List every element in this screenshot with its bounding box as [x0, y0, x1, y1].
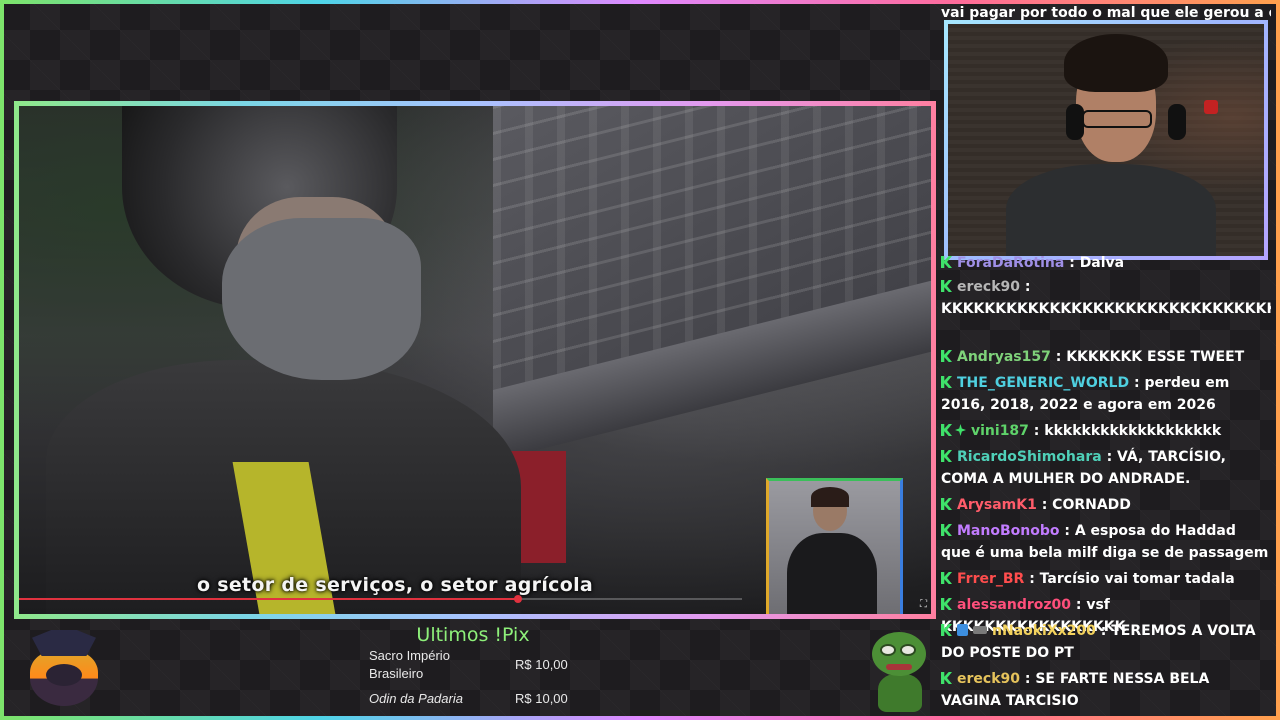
chat-message: ForaDaRotina : Dalva — [941, 252, 1269, 274]
video-progress-fill — [19, 598, 518, 600]
k-badge-icon — [941, 376, 952, 388]
video-player[interactable]: o setor de serviços, o setor agrícola ⛶ — [19, 106, 931, 614]
k-badge-icon — [941, 450, 952, 462]
chat-username[interactable]: Frrer_BR — [957, 571, 1024, 587]
logo-face — [46, 664, 82, 686]
pix-donor-name: Sacro Império Brasileiro — [369, 648, 450, 681]
k-badge-icon — [941, 350, 952, 362]
chat-message: RicardoShimohara : VÁ, TARCÍSIO, COMA A … — [941, 446, 1269, 490]
video-frame: o setor de serviços, o setor agrícola ⛶ — [14, 101, 936, 619]
chat-username[interactable]: RicardoShimohara — [957, 449, 1102, 465]
cube-badge-icon — [957, 624, 968, 636]
video-subtitle: o setor de serviços, o setor agrícola — [196, 574, 594, 596]
pix-title: Ultimos !Pix — [416, 624, 530, 646]
video-progress-bar[interactable] — [19, 595, 742, 603]
chat-username[interactable]: ArysamK1 — [957, 497, 1037, 513]
k-badge-icon — [941, 498, 952, 510]
k-badge-icon — [941, 598, 952, 610]
pepe-eye-right — [900, 644, 916, 656]
pepe-eye-left — [880, 644, 896, 656]
chat-username[interactable]: ForaDaRotina — [957, 255, 1064, 271]
sign-language-interpreter — [766, 478, 903, 614]
chat-username[interactable]: vini187 — [971, 423, 1029, 439]
chat-username[interactable]: nNaokiXx200 — [992, 623, 1096, 639]
sparkle-badge-icon — [955, 424, 966, 436]
chat-message: nNaokiXx200 : TEREMOS A VOLTA DO POSTE D… — [941, 620, 1269, 664]
chat-username[interactable]: ereck90 — [957, 671, 1020, 687]
fullscreen-icon[interactable]: ⛶ — [920, 599, 927, 610]
pepe-mouth — [886, 664, 912, 670]
chat-message: Andryas157 : KKKKKKK ESSE TWEET — [941, 346, 1269, 368]
logo-hat — [32, 630, 96, 656]
video-rider — [46, 106, 521, 614]
k-badge-icon — [941, 424, 952, 436]
k-badge-icon — [941, 256, 952, 268]
sub-badge-icon — [973, 626, 987, 634]
pix-donor-name: Odin da Padaria — [369, 691, 463, 706]
k-badge-icon — [941, 624, 952, 636]
k-badge-icon — [941, 672, 952, 684]
chat-username[interactable]: ereck90 — [957, 279, 1020, 295]
chat-message-text: : CORNADD — [1036, 497, 1131, 513]
pepe-body — [878, 674, 922, 712]
interpreter-hair — [811, 487, 849, 507]
chat-message-text: : Tarcísio vai tomar tadala — [1024, 571, 1235, 587]
chat-panel: vai pagar por todo o mal que ele gerou a… — [941, 0, 1271, 720]
pepe-emote — [868, 632, 930, 712]
chat-username[interactable]: Andryas157 — [957, 349, 1051, 365]
k-badge-icon — [941, 572, 952, 584]
chat-message-text: : Dalva — [1064, 255, 1125, 271]
pix-donation-value: R$ 10,00 — [515, 657, 568, 672]
k-badge-icon — [941, 280, 952, 292]
video-progress-handle[interactable] — [513, 595, 522, 603]
chat-username[interactable]: ManoBonobo — [957, 523, 1059, 539]
pix-donation-value: R$ 10,00 — [515, 691, 568, 706]
chat-message-partial: vai pagar por todo o mal que ele gerou a… — [941, 5, 1271, 21]
channel-logo — [24, 630, 104, 710]
chat-message-text: : kkkkkkkkkkkkkkkkkkk — [1028, 423, 1222, 439]
chat-message-text: : TEREMOS A VOLTA DO POSTE DO PT — [941, 623, 1256, 661]
chat-message: ereck90 : SE FARTE NESSA BELA VAGINA TAR… — [941, 668, 1269, 712]
chat-message: vini187 : kkkkkkkkkkkkkkkkkkk — [941, 420, 1269, 442]
chat-message: THE_GENERIC_WORLD : perdeu em 2016, 2018… — [941, 372, 1269, 416]
chat-message: Frrer_BR : Tarcísio vai tomar tadala — [941, 568, 1269, 590]
chat-username[interactable]: THE_GENERIC_WORLD — [957, 375, 1129, 391]
k-badge-icon — [941, 524, 952, 536]
chat-message: ManoBonobo : A esposa do Haddad que é um… — [941, 520, 1269, 564]
rider-glove — [221, 217, 421, 381]
chat-message: ereck90 : KKKKKKKKKKKKKKKKKKKKKKKKKKKKKK… — [941, 276, 1271, 320]
chat-message-text: : KKKKKKK ESSE TWEET — [1050, 349, 1245, 365]
interpreter-body — [787, 533, 877, 614]
chat-username[interactable]: alessandroz00 — [957, 597, 1071, 613]
chat-message: ArysamK1 : CORNADD — [941, 494, 1269, 516]
